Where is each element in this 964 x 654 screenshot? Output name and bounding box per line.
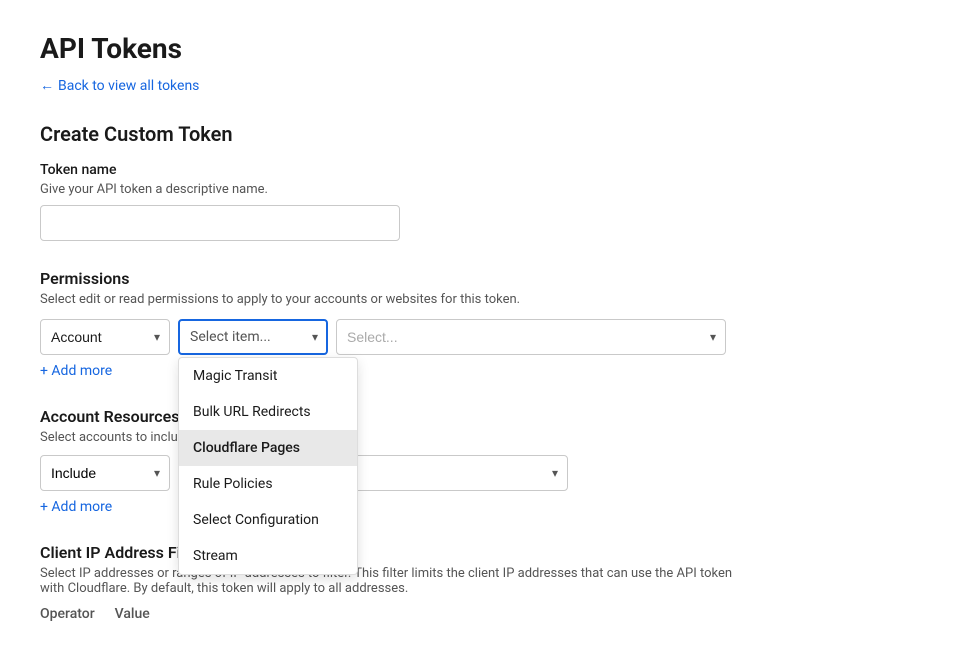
permission-level-select[interactable]: Select... — [336, 319, 726, 355]
permissions-section: Permissions Select edit or read permissi… — [40, 269, 924, 379]
permissions-row: Account Select item... Magic Transit Bul… — [40, 319, 924, 355]
dropdown-item-bulk-url[interactable]: Bulk URL Redirects — [179, 394, 357, 430]
item-dropdown-wrapper: Select item... Magic Transit Bulk URL Re… — [178, 319, 328, 355]
dropdown-item-magic-transit[interactable]: Magic Transit — [179, 358, 357, 394]
operator-value-row: Operator Value — [40, 606, 924, 622]
permissions-label: Permissions — [40, 269, 924, 288]
dropdown-item-cloudflare-pages[interactable]: Cloudflare Pages — [179, 430, 357, 466]
item-dropdown-value: Select item... — [190, 329, 271, 345]
include-select-wrapper: Include — [40, 455, 170, 491]
dropdown-item-stream[interactable]: Stream — [179, 538, 357, 574]
include-select[interactable]: Include — [40, 455, 170, 491]
item-dropdown-trigger[interactable]: Select item... — [178, 319, 328, 355]
resources-row: Include Select... — [40, 455, 924, 491]
account-resources-section: Account Resources Select accounts to inc… — [40, 407, 924, 515]
token-name-field: Token name Give your API token a descrip… — [40, 162, 924, 241]
client-ip-section: Client IP Address Filtering Select IP ad… — [40, 543, 924, 622]
client-ip-desc: Select IP addresses or ranges of IP addr… — [40, 566, 740, 596]
resources-add-more[interactable]: + Add more — [40, 499, 112, 515]
token-name-hint: Give your API token a descriptive name. — [40, 182, 924, 197]
account-resources-desc: Select accounts to include in this token… — [40, 430, 924, 445]
operator-col-header: Operator — [40, 606, 95, 622]
section-title: Create Custom Token — [40, 122, 924, 146]
client-ip-label: Client IP Address Filtering — [40, 543, 924, 562]
back-link-text: Back to view all tokens — [58, 78, 199, 94]
account-select[interactable]: Account — [40, 319, 170, 355]
dropdown-item-select-configuration[interactable]: Select Configuration — [179, 502, 357, 538]
token-name-label: Token name — [40, 162, 924, 178]
permissions-add-more[interactable]: + Add more — [40, 363, 112, 379]
token-name-input[interactable] — [40, 205, 400, 241]
back-arrow-icon: ← — [40, 77, 54, 94]
value-col-header: Value — [115, 606, 150, 622]
account-select-wrapper: Account — [40, 319, 170, 355]
account-resources-label: Account Resources — [40, 407, 924, 426]
back-link[interactable]: ← Back to view all tokens — [40, 77, 199, 94]
permissions-desc: Select edit or read permissions to apply… — [40, 292, 924, 307]
permissions-dropdown-menu: Magic Transit Bulk URL Redirects Cloudfl… — [178, 357, 358, 575]
dropdown-item-rule-policies[interactable]: Rule Policies — [179, 466, 357, 502]
third-select-wrapper: Select... — [336, 319, 726, 355]
page-title: API Tokens — [40, 32, 924, 65]
